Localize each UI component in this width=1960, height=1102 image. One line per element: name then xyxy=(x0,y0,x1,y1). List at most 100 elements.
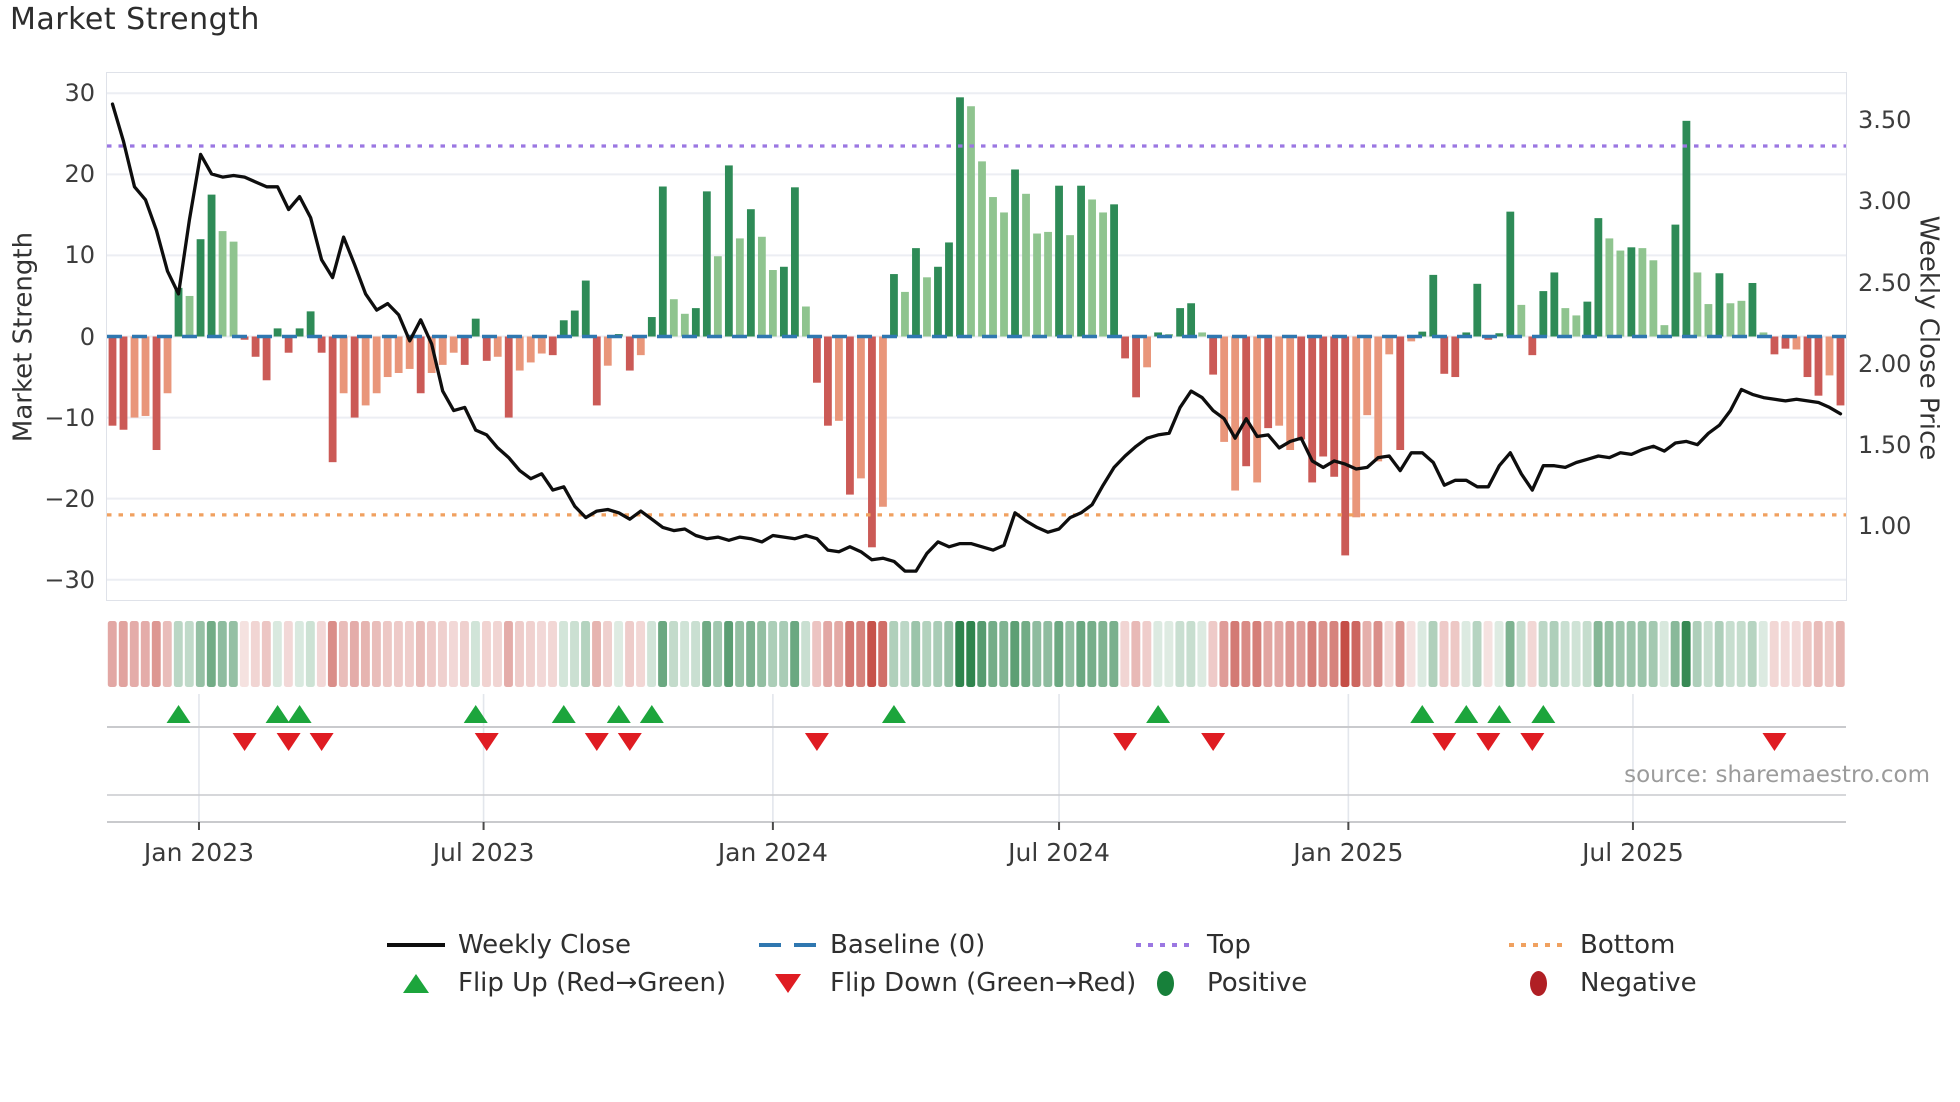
heatmap-cell xyxy=(371,621,381,687)
strength-bar xyxy=(1473,283,1482,337)
heatmap-cell xyxy=(658,621,668,687)
heatmap-cell xyxy=(526,621,535,687)
heatmap-cell xyxy=(426,621,436,687)
heatmap-cell xyxy=(1395,621,1405,687)
flip-up-marker xyxy=(265,705,290,723)
heatmap-cell xyxy=(1571,621,1581,687)
heatmap-cell xyxy=(1076,621,1086,687)
strength-bar xyxy=(724,165,733,337)
heatmap-cell xyxy=(713,621,723,687)
strength-bar xyxy=(1440,336,1448,374)
dot-swatch xyxy=(1509,943,1567,947)
heatmap-cell xyxy=(1560,621,1570,687)
strength-bar xyxy=(735,238,744,337)
strength-bar xyxy=(944,242,953,337)
heatmap-cell xyxy=(1274,621,1284,687)
heatmap-cell xyxy=(151,621,161,687)
heatmap-cell xyxy=(1417,621,1427,687)
strength-bar xyxy=(878,336,887,507)
heatmap-cell xyxy=(1439,621,1449,687)
heatmap-cell xyxy=(867,621,877,687)
legend-label: Flip Down (Green→Red) xyxy=(830,968,1137,998)
heatmap-cell xyxy=(1054,621,1064,687)
heatmap-cell xyxy=(1780,621,1790,687)
main-plot xyxy=(105,71,1847,601)
heatmap-cell xyxy=(614,621,623,687)
heatmap-cell xyxy=(1329,621,1339,687)
strength-bar xyxy=(1231,336,1239,491)
heatmap-cell xyxy=(250,621,260,687)
strength-bar xyxy=(702,191,711,337)
legend-item-positive: Positive xyxy=(1135,966,1307,1000)
heatmap-cell xyxy=(977,621,987,687)
heatmap-cell xyxy=(1340,621,1350,687)
strength-bar xyxy=(207,194,216,337)
dot-swatch xyxy=(1136,943,1194,947)
heatmap-cell xyxy=(647,621,657,687)
strength-bar xyxy=(1396,336,1404,450)
strength-bar xyxy=(1187,303,1195,337)
heatmap-cell xyxy=(1318,621,1328,687)
strength-price-chart xyxy=(105,71,1847,601)
line-swatch-icon xyxy=(386,943,446,947)
strength-bar xyxy=(900,291,909,337)
heatmap-cell xyxy=(1582,621,1592,687)
heatmap-cell xyxy=(1285,621,1295,687)
heatmap-cell xyxy=(305,621,315,687)
legend-label: Top xyxy=(1207,930,1251,960)
heatmap-cell xyxy=(988,621,998,687)
heatmap-cell xyxy=(735,621,745,687)
heatmap-cell xyxy=(1362,621,1372,687)
heatmap-cell xyxy=(1186,621,1196,687)
strength-bar xyxy=(647,316,656,337)
heatmap-cell xyxy=(1824,621,1834,687)
strength-bar xyxy=(196,239,205,337)
strength-bar xyxy=(845,336,854,495)
heatmap-cell xyxy=(493,621,502,687)
strength-bar xyxy=(1021,193,1030,337)
legend-label: Baseline (0) xyxy=(830,930,986,960)
market-strength-dashboard: Market Strength Market Strength Weekly C… xyxy=(0,0,1960,1102)
strength-bar xyxy=(515,336,524,371)
heatmap-cell xyxy=(327,621,337,687)
heatmap-cell xyxy=(702,621,712,687)
strength-bar xyxy=(1737,300,1746,337)
strength-bar xyxy=(1506,211,1515,337)
legend-label: Negative xyxy=(1580,968,1697,998)
left-tick-label: 20 xyxy=(64,160,95,189)
legend-label: Flip Up (Red→Green) xyxy=(458,968,727,998)
strength-bar xyxy=(1671,224,1680,337)
strength-bar xyxy=(141,336,150,416)
heatmap-cell xyxy=(1483,621,1493,687)
strength-bar xyxy=(1352,336,1360,518)
heatmap-cell xyxy=(856,621,866,687)
x-tick-label: Jul 2023 xyxy=(432,838,535,867)
heatmap-cell xyxy=(173,621,183,687)
heatmap-cell xyxy=(1725,621,1735,687)
strength-bar xyxy=(1319,336,1327,457)
strength-bar xyxy=(394,336,403,373)
strength-bar xyxy=(1726,303,1735,337)
right-tick-label: 3.00 xyxy=(1858,187,1912,216)
heatmap-cell xyxy=(1021,621,1031,687)
heatmap-cell xyxy=(1263,621,1273,687)
strength-bar xyxy=(570,310,579,337)
strength-bar xyxy=(1032,233,1041,337)
strength-bar xyxy=(790,187,799,337)
strength-bar xyxy=(955,97,964,337)
strength-bar xyxy=(1814,336,1823,396)
strength-bar xyxy=(317,336,326,353)
heatmap-cell xyxy=(889,621,899,687)
flip-up-marker xyxy=(1146,705,1171,723)
heatmap-cell xyxy=(790,621,800,687)
heatmap-cell xyxy=(1670,621,1680,687)
strength-bar xyxy=(856,336,865,479)
heatmap-cell xyxy=(570,621,579,687)
strength-bar xyxy=(999,212,1008,337)
heatmap-cell xyxy=(1241,621,1251,687)
dot-swatch-icon xyxy=(1508,943,1568,947)
strength-bar xyxy=(262,336,271,381)
heatmap-cell xyxy=(834,621,844,687)
heatmap-cell xyxy=(1516,621,1526,687)
heatmap-cell xyxy=(118,621,128,687)
